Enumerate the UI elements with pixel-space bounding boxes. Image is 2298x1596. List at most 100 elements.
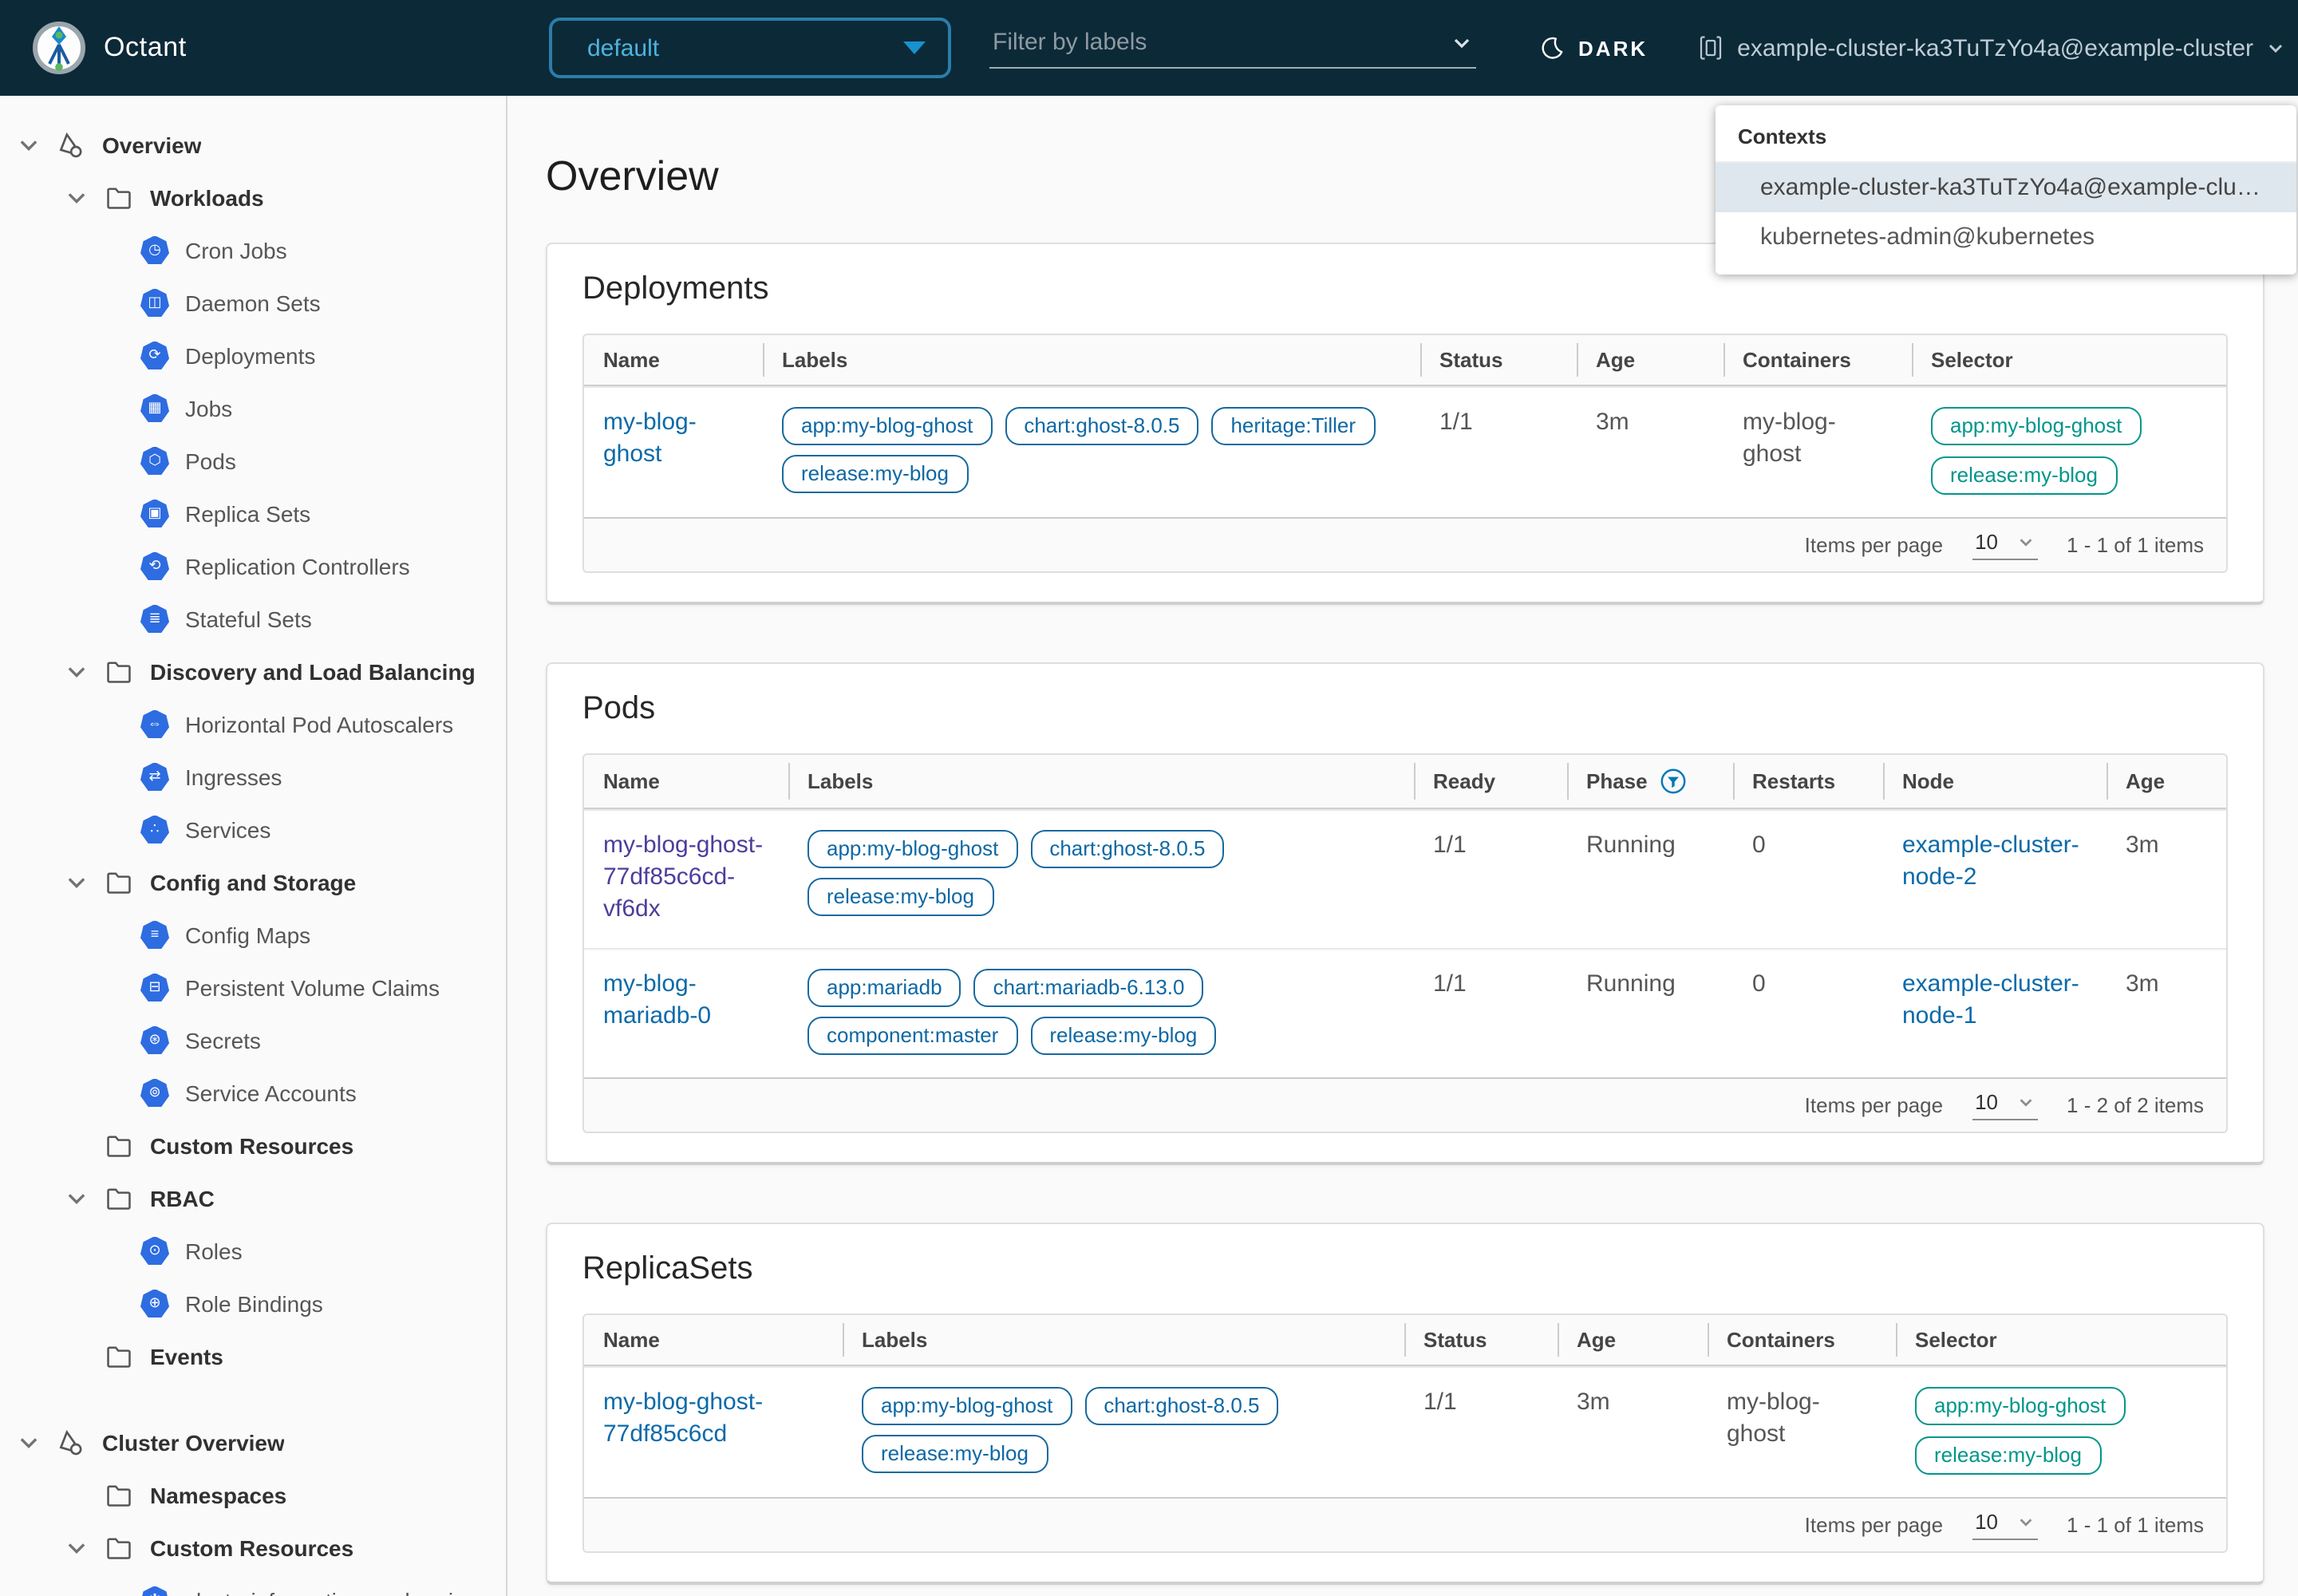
sidebar-item-label: Service Accounts [185, 1080, 357, 1105]
context-selector-button[interactable]: example-cluster-ka3TuTzYo4a@example-clus… [1696, 34, 2285, 62]
label-tag[interactable]: release:my-blog [1030, 1017, 1216, 1055]
replicaset-link[interactable]: my-blog-ghost-77df85c6cd [603, 1389, 763, 1448]
sidebar-item-overview[interactable]: Overview [0, 118, 506, 171]
sidebar-item-workloads[interactable]: Workloads [0, 171, 506, 223]
replicasets-card: ReplicaSets Name Labels Status Age Conta… [546, 1223, 2264, 1585]
pod-link[interactable]: my-blog-ghost-77df85c6cd-vf6dx [603, 832, 763, 922]
chevron-down-icon[interactable] [16, 1429, 41, 1455]
chevron-down-icon [2017, 1093, 2035, 1111]
sidebar-item-daemon-sets[interactable]: ◫ Daemon Sets [0, 276, 506, 329]
selector-tag[interactable]: app:my-blog-ghost [1915, 1387, 2125, 1425]
page-size-select[interactable]: 10 [1972, 1090, 2038, 1120]
sidebar-item-deployments[interactable]: ⟳ Deployments [0, 329, 506, 381]
cell-ready: 1/1 [1414, 950, 1567, 1077]
pod-link[interactable]: my-blog-mariadb-0 [603, 970, 711, 1029]
label-tag[interactable]: component:master [807, 1017, 1017, 1055]
chevron-down-icon[interactable] [64, 184, 89, 210]
deployment-link[interactable]: my-blog-ghost [603, 409, 697, 468]
context-menu-item-kubernetes-admin-kubernetes[interactable]: kubernetes-admin@kubernetes [1716, 212, 2296, 262]
items-per-page-label: Items per page [1805, 533, 1943, 557]
replicasets-table: Name Labels Status Age Containers Select… [582, 1314, 2228, 1553]
sidebar-item-label: Roles [185, 1238, 243, 1263]
cronjob-icon: ◷ [140, 235, 169, 264]
cell-phase: Running [1567, 950, 1733, 1077]
sidebar-item-replica-sets[interactable]: ▣ Replica Sets [0, 487, 506, 539]
sidebar-item-rbac[interactable]: RBAC [0, 1171, 506, 1224]
column-header-containers: Containers [1708, 1315, 1896, 1365]
sidebar-item-service-accounts[interactable]: ⊚ Service Accounts [0, 1066, 506, 1119]
cell-restarts: 0 [1733, 950, 1883, 1077]
sidebar-item-roles[interactable]: ⊙ Roles [0, 1224, 506, 1277]
chevron-down-icon[interactable] [1451, 32, 1473, 54]
label-tag[interactable]: heritage:Tiller [1211, 407, 1375, 445]
sidebar-item-pods[interactable]: ⬡ Pods [0, 434, 506, 487]
sidebar-item-label: Custom Resources [150, 1132, 353, 1158]
cell-phase: Running [1567, 811, 1733, 948]
label-tag[interactable]: chart:ghost-8.0.5 [1084, 1387, 1278, 1425]
label-tag[interactable]: chart:ghost-8.0.5 [1030, 830, 1224, 868]
table-row: my-blog-ghost app:my-blog-ghost chart:gho… [584, 386, 2226, 517]
column-header-age: Age [1577, 335, 1724, 385]
namespace-select[interactable]: default [549, 18, 951, 78]
page-size-value: 10 [1975, 1510, 1998, 1534]
sidebar-nav: Overview Workloads [0, 96, 507, 1596]
sidebar-item-events[interactable]: Events [0, 1329, 506, 1382]
sidebar-item-custom-resources[interactable]: Custom Resources [0, 1521, 506, 1574]
table-row: my-blog-ghost-77df85c6cd app:my-blog-gho… [584, 1366, 2226, 1497]
label-tag[interactable]: app:my-blog-ghost [782, 407, 992, 445]
pvc-icon: ⊟ [140, 973, 169, 1001]
chevron-down-icon[interactable] [64, 1185, 89, 1211]
label-tag[interactable]: release:my-blog [862, 1435, 1048, 1473]
sidebar-item-persistent-volume-claims[interactable]: ⊟ Persistent Volume Claims [0, 961, 506, 1013]
label-tag[interactable]: chart:mariadb-6.13.0 [974, 969, 1204, 1007]
filter-funnel-icon[interactable] [1660, 768, 1688, 795]
cell-node: example-cluster-node-2 [1883, 811, 2106, 948]
selector-tag[interactable]: release:my-blog [1931, 456, 2117, 495]
page-size-select[interactable]: 10 [1972, 1510, 2038, 1540]
sidebar-item-stateful-sets[interactable]: ≣ Stateful Sets [0, 592, 506, 645]
sidebar-item-clusterinformations-crd-projec[interactable]: ✱ clusterinformations.crd.projec [0, 1574, 506, 1596]
context-menu-item-example-cluster-ka3tutzyo4a-example-clu[interactable]: example-cluster-ka3TuTzYo4a@example-clu… [1716, 163, 2296, 212]
sidebar-item-config-and-storage[interactable]: Config and Storage [0, 855, 506, 908]
node-link[interactable]: example-cluster-node-2 [1902, 832, 2079, 891]
sidebar-item-discovery-and-load-balancing[interactable]: Discovery and Load Balancing [0, 645, 506, 697]
label-tag[interactable]: app:mariadb [807, 969, 961, 1007]
label-tag[interactable]: app:my-blog-ghost [862, 1387, 1072, 1425]
label-tag[interactable]: chart:ghost-8.0.5 [1005, 407, 1198, 445]
sidebar-item-config-maps[interactable]: ≡ Config Maps [0, 908, 506, 961]
cell-node: example-cluster-node-1 [1883, 950, 2106, 1077]
page-size-select[interactable]: 10 [1972, 530, 2038, 560]
label-tag[interactable]: app:my-blog-ghost [807, 830, 1017, 868]
label-tag[interactable]: release:my-blog [807, 878, 993, 916]
chevron-down-icon[interactable] [16, 132, 41, 157]
chevron-down-icon[interactable] [64, 1535, 89, 1560]
node-link[interactable]: example-cluster-node-1 [1902, 970, 2079, 1029]
sidebar-item-label: Config and Storage [150, 869, 356, 895]
label-filter-input[interactable] [989, 26, 1476, 69]
service-icon: ∴ [140, 815, 169, 843]
sidebar-item-role-bindings[interactable]: ⊕ Role Bindings [0, 1277, 506, 1329]
sidebar-item-horizontal-pod-autoscalers[interactable]: ⇔ Horizontal Pod Autoscalers [0, 697, 506, 750]
sidebar-item-cron-jobs[interactable]: ◷ Cron Jobs [0, 223, 506, 276]
sidebar-item-label: Config Maps [185, 922, 310, 947]
deployments-card-title: Deployments [582, 270, 2228, 308]
sidebar-item-services[interactable]: ∴ Services [0, 803, 506, 855]
sidebar-item-secrets[interactable]: ⊛ Secrets [0, 1013, 506, 1066]
sidebar-item-ingresses[interactable]: ⇄ Ingresses [0, 750, 506, 803]
label-tag[interactable]: release:my-blog [782, 455, 968, 493]
sidebar-item-cluster-overview[interactable]: Cluster Overview [0, 1416, 506, 1468]
sidebar-item-label: Services [185, 816, 270, 842]
selector-tag[interactable]: release:my-blog [1915, 1436, 2101, 1475]
cell-name: my-blog-mariadb-0 [584, 950, 788, 1077]
dark-mode-toggle[interactable]: DARK [1540, 35, 1648, 61]
dark-mode-label: DARK [1578, 36, 1648, 60]
applications-icon [54, 1426, 86, 1458]
contexts-dropdown: Contexts example-cluster-ka3TuTzYo4a@exa… [1716, 105, 2296, 275]
selector-tag[interactable]: app:my-blog-ghost [1931, 407, 2141, 445]
chevron-down-icon[interactable] [64, 869, 89, 895]
sidebar-item-namespaces[interactable]: Namespaces [0, 1468, 506, 1521]
sidebar-item-jobs[interactable]: ▦ Jobs [0, 381, 506, 434]
chevron-down-icon[interactable] [64, 658, 89, 684]
sidebar-item-replication-controllers[interactable]: ⟲ Replication Controllers [0, 539, 506, 592]
sidebar-item-custom-resources[interactable]: Custom Resources [0, 1119, 506, 1171]
